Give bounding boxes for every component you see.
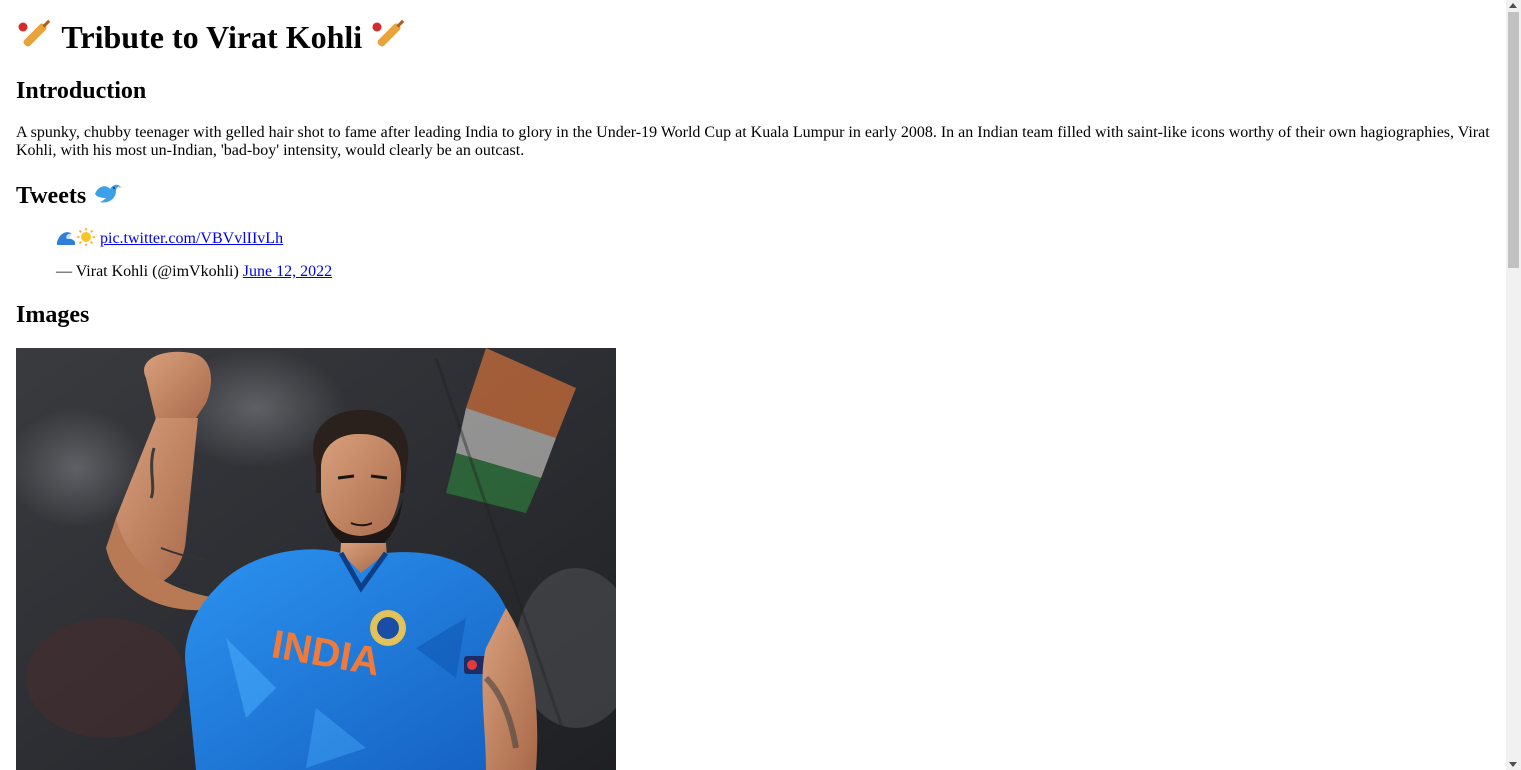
tweets-heading-text: Tweets	[16, 183, 87, 209]
introduction-heading: Introduction	[16, 78, 147, 104]
vertical-scrollbar[interactable]	[1506, 0, 1521, 770]
tweet-attribution: — Virat Kohli (@imVkohli) June 12, 2022	[56, 262, 332, 282]
bird-icon	[95, 184, 123, 203]
sun-icon	[77, 228, 95, 246]
images-heading: Images	[16, 302, 90, 328]
scrollbar-thumb[interactable]	[1508, 12, 1519, 268]
page-title-text: Tribute to Virat Kohli	[61, 19, 363, 55]
tweet-author: — Virat Kohli (@imVkohli)	[56, 263, 239, 280]
kohli-photo: INDIA	[16, 348, 616, 770]
introduction-text: A spunky, chubby teenager with gelled ha…	[16, 124, 1490, 159]
page-title: Tribute to Virat Kohli	[16, 16, 408, 58]
tweet-date-link[interactable]: June 12, 2022	[243, 263, 332, 280]
tweet-photo-link[interactable]: pic.twitter.com/VBVvlIIvLh	[100, 230, 283, 247]
cricket-bat-icon	[372, 19, 405, 47]
tweets-heading: Tweets	[16, 180, 123, 211]
scroll-up-arrow-icon[interactable]	[1509, 3, 1517, 8]
wave-icon	[57, 232, 75, 245]
cricket-bat-icon	[18, 19, 51, 47]
tweet-body: pic.twitter.com/VBVvlIIvLh	[56, 228, 283, 249]
scroll-down-arrow-icon[interactable]	[1509, 762, 1517, 767]
